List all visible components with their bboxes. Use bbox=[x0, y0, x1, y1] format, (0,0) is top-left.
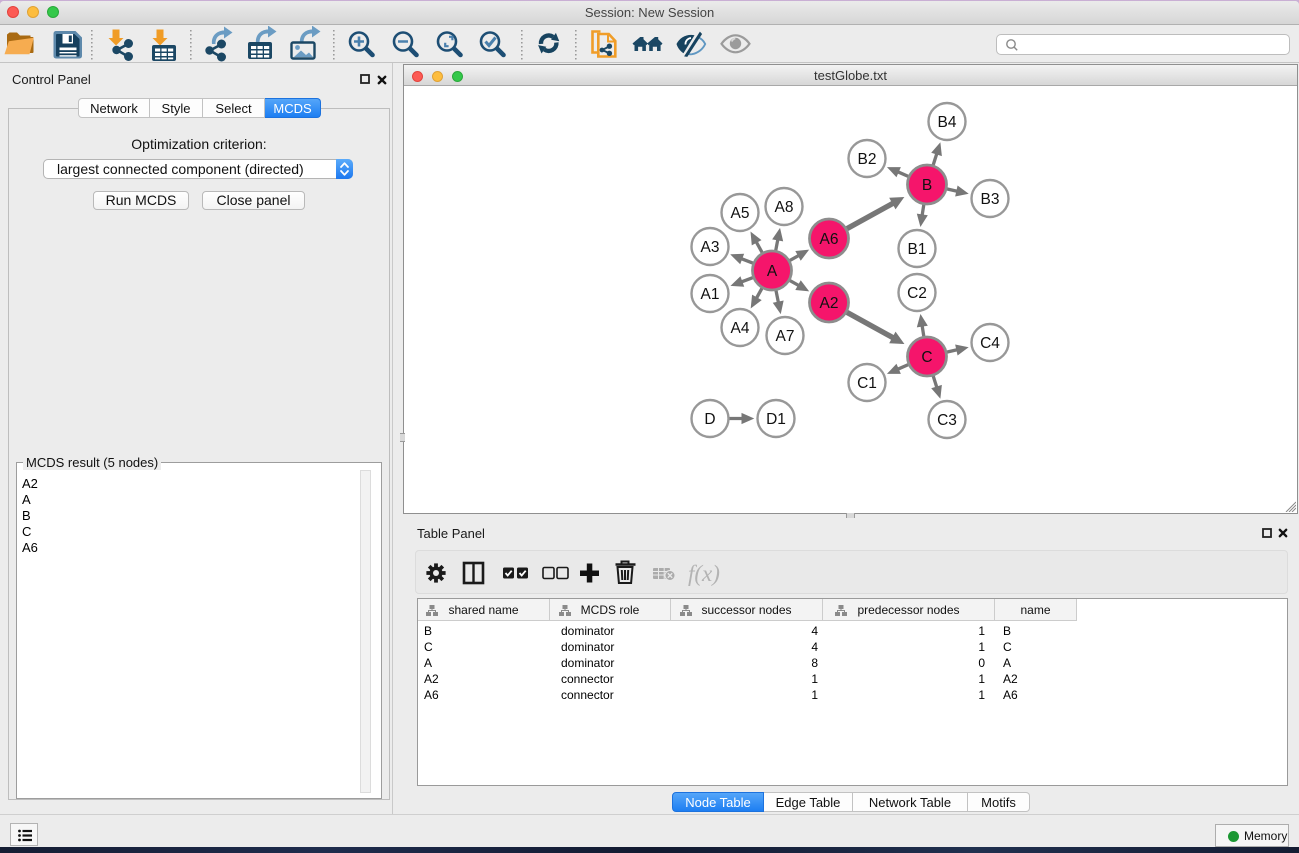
svg-text:C3: C3 bbox=[937, 412, 957, 429]
svg-text:D1: D1 bbox=[766, 411, 786, 428]
svg-text:A1: A1 bbox=[701, 286, 720, 303]
svg-text:C1: C1 bbox=[857, 375, 877, 392]
svg-text:B: B bbox=[922, 177, 932, 194]
svg-text:A8: A8 bbox=[775, 199, 794, 216]
svg-text:A7: A7 bbox=[776, 328, 795, 345]
svg-text:D: D bbox=[704, 411, 715, 428]
svg-text:A3: A3 bbox=[701, 239, 720, 256]
svg-text:C2: C2 bbox=[907, 285, 927, 302]
svg-text:B2: B2 bbox=[858, 151, 877, 168]
svg-text:B1: B1 bbox=[908, 241, 927, 258]
svg-text:C: C bbox=[921, 349, 932, 366]
svg-text:B4: B4 bbox=[938, 114, 957, 131]
svg-text:f(x): f(x) bbox=[688, 561, 720, 586]
svg-text:A6: A6 bbox=[820, 231, 839, 248]
svg-text:A5: A5 bbox=[731, 205, 750, 222]
svg-text:C4: C4 bbox=[980, 335, 1000, 352]
svg-text:A4: A4 bbox=[731, 320, 750, 337]
svg-text:B3: B3 bbox=[981, 191, 1000, 208]
svg-text:A2: A2 bbox=[820, 295, 839, 312]
svg-text:A: A bbox=[767, 263, 778, 280]
